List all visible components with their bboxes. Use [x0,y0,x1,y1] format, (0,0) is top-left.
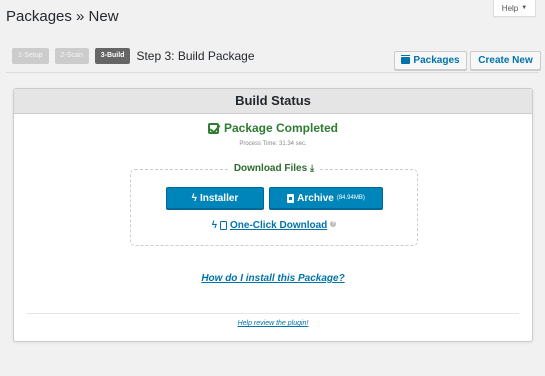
help-tab[interactable]: Help ▼ [493,0,536,17]
check-square-icon [207,122,219,134]
panel-heading: Build Status [14,89,532,114]
completion-status: Package Completed [14,121,532,135]
install-help-link[interactable]: How do I install this Package? [201,273,344,284]
download-icon: ⤓ [310,163,315,173]
question-icon[interactable]: ? [330,220,337,227]
archive-button[interactable]: Archive (84.94MB) [269,187,383,209]
installer-button-label: Installer [199,192,239,204]
header-divider [6,72,539,73]
review-plugin-link[interactable]: Help review the plugin! [238,320,309,327]
caret-down-icon: ▼ [521,5,528,11]
panel-divider [27,313,519,314]
download-files-label: Download Files ⤓ [229,163,319,174]
package-icon [401,55,411,64]
bolt-icon: ϟ [211,220,218,231]
file-icon [220,221,228,230]
install-help: How do I install this Package? [14,273,532,284]
review-plugin: Help review the plugin! [14,320,532,327]
create-new-button-label: Create New [478,55,533,66]
one-click-download: ϟ One-Click Download ? [131,220,417,231]
installer-button[interactable]: ϟ Installer [166,187,264,209]
help-label: Help [501,3,519,13]
download-files-text: Download Files [233,163,308,174]
step-build: 3-Build [94,48,131,64]
step-setup: 1-Setup [12,48,49,64]
packages-button[interactable]: Packages [394,51,467,70]
bolt-icon: ϟ [191,192,197,204]
packages-button-label: Packages [413,55,460,66]
archive-size: (84.94MB) [336,195,365,201]
page-title: Packages » New [6,8,119,25]
archive-button-label: Archive [297,192,334,204]
process-time: Process Time: 31.34 sec. [239,141,307,147]
step-scan: 2-Scan [54,48,89,64]
file-archive-icon [287,193,295,203]
build-status-panel: Build Status Package Completed Process T… [13,88,533,342]
one-click-download-link[interactable]: One-Click Download [230,220,327,231]
create-new-button[interactable]: Create New [470,51,541,70]
step-title: Step 3: Build Package [136,49,255,63]
wizard-steps: 1-Setup 2-Scan 3-Build Step 3: Build Pac… [12,48,255,64]
status-text: Package Completed [223,121,339,135]
download-files-box: Download Files ⤓ ϟ Installer Archive (84… [130,163,418,246]
